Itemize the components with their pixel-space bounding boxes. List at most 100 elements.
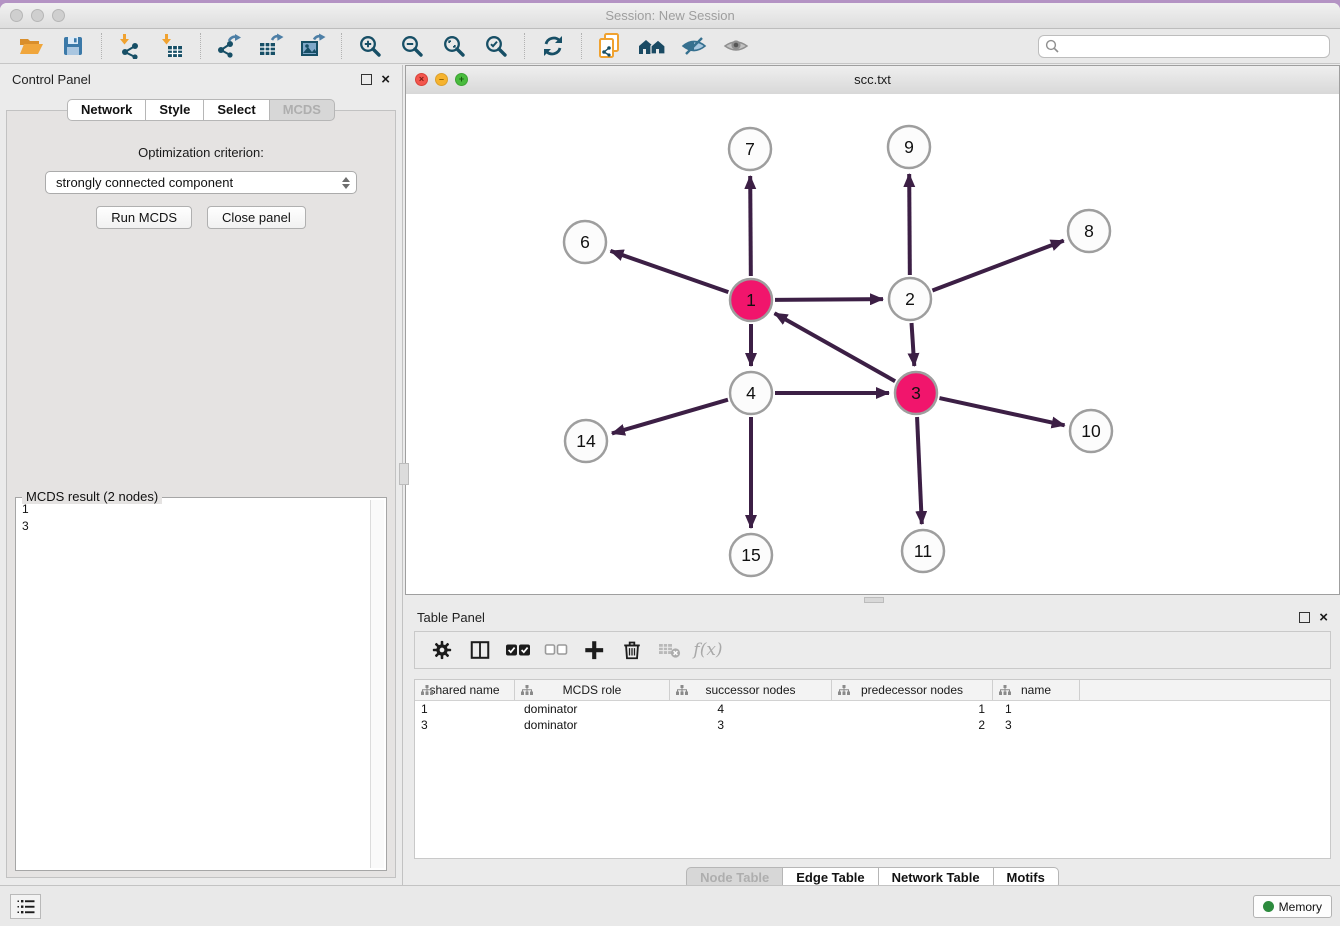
graph-node-2[interactable]: 2 — [889, 278, 931, 320]
import-network-icon — [118, 33, 142, 59]
tab-mcds[interactable]: MCDS — [269, 99, 335, 121]
table-cell[interactable]: 1 — [415, 701, 515, 717]
memory-button[interactable]: Memory — [1253, 895, 1332, 918]
table-row[interactable]: 1dominator411 — [415, 701, 1330, 717]
zoom-in-button[interactable] — [349, 31, 391, 61]
delete-table-button[interactable] — [653, 634, 687, 666]
float-panel-icon[interactable] — [361, 74, 372, 85]
svg-text:15: 15 — [741, 545, 760, 565]
graph-edge-2-8[interactable] — [932, 241, 1063, 291]
close-panel-button[interactable]: Close panel — [207, 206, 306, 229]
zoom-fit-button[interactable] — [433, 31, 475, 61]
graph-node-9[interactable]: 9 — [888, 126, 930, 168]
tab-select[interactable]: Select — [203, 99, 269, 121]
graph-node-15[interactable]: 15 — [730, 534, 772, 576]
column-header-label: successor nodes — [705, 683, 795, 697]
table-cell[interactable]: 3 — [993, 717, 1080, 733]
tab-network[interactable]: Network — [67, 99, 146, 121]
column-header-name[interactable]: name — [993, 680, 1080, 700]
minimize-window-button[interactable] — [31, 9, 44, 22]
select-all-rows-button[interactable] — [501, 634, 535, 666]
svg-text:11: 11 — [914, 541, 932, 561]
table-cell[interactable]: 4 — [670, 701, 832, 717]
export-image-button[interactable] — [292, 31, 334, 61]
graph-edge-1-7[interactable] — [750, 176, 751, 276]
network-canvas[interactable]: 1 2 3 4 6 7 8 9 10 11 14 15 — [406, 94, 1339, 594]
graph-node-3[interactable]: 3 — [895, 372, 937, 414]
mcds-panel: Optimization criterion: strongly connect… — [6, 110, 396, 878]
table-settings-button[interactable] — [425, 634, 459, 666]
graph-edge-2-9[interactable] — [909, 174, 910, 275]
graph-edge-1-2[interactable] — [775, 299, 883, 300]
zoom-out-button[interactable] — [391, 31, 433, 61]
table-cell[interactable]: dominator — [515, 717, 670, 733]
graph-edge-4-14[interactable] — [612, 400, 728, 434]
save-session-button[interactable] — [52, 31, 94, 61]
graph-node-6[interactable]: 6 — [564, 221, 606, 263]
horizontal-splitter[interactable] — [405, 595, 1340, 603]
mcds-result-text[interactable]: 1 3 — [18, 501, 370, 868]
import-network-button[interactable] — [109, 31, 151, 61]
automation-panel-button[interactable] — [10, 894, 41, 919]
graph-node-14[interactable]: 14 — [565, 420, 607, 462]
add-column-button[interactable] — [577, 634, 611, 666]
table-cell[interactable]: 1 — [832, 701, 993, 717]
new-network-from-selection-button[interactable] — [589, 31, 631, 61]
column-header-successor-nodes[interactable]: successor nodes — [670, 680, 832, 700]
close-window-button[interactable] — [10, 9, 23, 22]
export-network-button[interactable] — [208, 31, 250, 61]
table-cell[interactable]: 2 — [832, 717, 993, 733]
toolbar-separator — [341, 33, 342, 59]
graph-edge-3-11[interactable] — [917, 417, 922, 524]
graph-node-8[interactable]: 8 — [1068, 210, 1110, 252]
graph-edge-1-6[interactable] — [610, 251, 728, 292]
column-header-MCDS-role[interactable]: MCDS role — [515, 680, 670, 700]
column-header-label: name — [1021, 683, 1051, 697]
graph-node-10[interactable]: 10 — [1070, 410, 1112, 452]
table-row[interactable]: 3dominator323 — [415, 717, 1330, 733]
import-table-button[interactable] — [151, 31, 193, 61]
delete-columns-button[interactable] — [615, 634, 649, 666]
float-table-panel-icon[interactable] — [1299, 612, 1310, 623]
column-header-label: predecessor nodes — [861, 683, 963, 697]
result-scrollbar[interactable] — [370, 500, 384, 868]
houses-icon — [637, 34, 667, 58]
close-panel-icon[interactable]: × — [381, 72, 390, 87]
zoom-window-button[interactable] — [52, 9, 65, 22]
refresh-view-button[interactable] — [532, 31, 574, 61]
first-neighbors-button[interactable] — [631, 31, 673, 61]
graph-node-1[interactable]: 1 — [730, 279, 772, 321]
network-minimize-button[interactable]: – — [435, 73, 448, 86]
table-cell[interactable]: 3 — [670, 717, 832, 733]
vertical-splitter-grip[interactable] — [399, 463, 409, 485]
split-column-button[interactable] — [463, 634, 497, 666]
svg-text:6: 6 — [580, 232, 590, 252]
open-session-button[interactable] — [10, 31, 52, 61]
graph-edge-3-1[interactable] — [775, 313, 896, 381]
column-header-predecessor-nodes[interactable]: predecessor nodes — [832, 680, 993, 700]
table-cell[interactable]: dominator — [515, 701, 670, 717]
control-panel-title: Control Panel — [12, 72, 91, 87]
graph-edge-3-10[interactable] — [939, 398, 1064, 425]
graph-node-7[interactable]: 7 — [729, 128, 771, 170]
tab-style[interactable]: Style — [145, 99, 204, 121]
function-builder-button[interactable]: f(x) — [691, 634, 725, 666]
table-cell[interactable]: 1 — [993, 701, 1080, 717]
column-header-shared-name[interactable]: shared name — [415, 680, 515, 700]
export-table-button[interactable] — [250, 31, 292, 61]
unchecked-boxes-icon — [544, 642, 568, 658]
table-cell[interactable]: 3 — [415, 717, 515, 733]
deselect-all-rows-button[interactable] — [539, 634, 573, 666]
search-input[interactable] — [1038, 35, 1330, 58]
zoom-selected-button[interactable] — [475, 31, 517, 61]
criterion-select[interactable]: strongly connected component — [45, 171, 357, 194]
network-close-button[interactable]: × — [415, 73, 428, 86]
show-all-button[interactable] — [715, 31, 757, 61]
graph-edge-2-3[interactable] — [912, 323, 915, 366]
run-mcds-button[interactable]: Run MCDS — [96, 206, 192, 229]
hide-selected-button[interactable] — [673, 31, 715, 61]
graph-node-4[interactable]: 4 — [730, 372, 772, 414]
network-maximize-button[interactable]: + — [455, 73, 468, 86]
close-table-panel-icon[interactable]: × — [1319, 610, 1328, 625]
graph-node-11[interactable]: 11 — [902, 530, 944, 572]
